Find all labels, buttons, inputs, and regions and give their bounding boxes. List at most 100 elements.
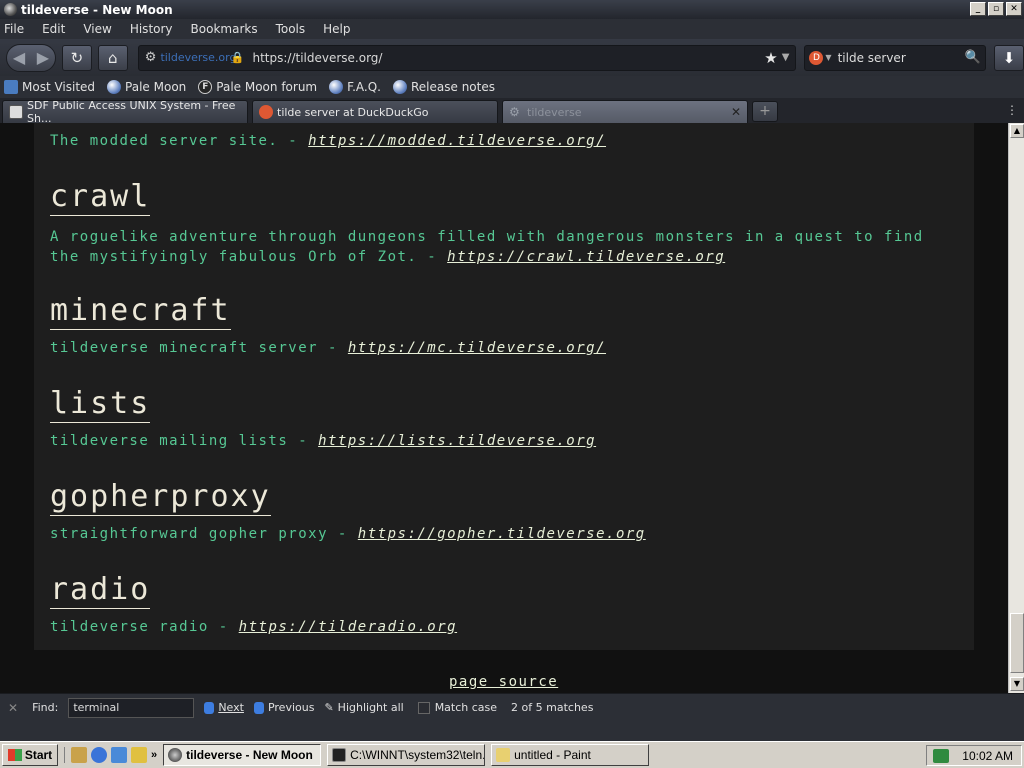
section-heading-crawl: crawl (50, 179, 151, 216)
home-icon: ⌂ (108, 48, 118, 67)
menu-edit[interactable]: Edit (42, 22, 65, 36)
downloads-button[interactable]: ⬇ (994, 44, 1024, 71)
lists-description: tildeverse mailing lists - https://lists… (50, 433, 596, 449)
vertical-scrollbar[interactable]: ▲ ▼ (1008, 123, 1024, 693)
minimize-button[interactable]: _ (970, 2, 986, 16)
start-label: Start (24, 748, 53, 762)
task-paint[interactable]: untitled - Paint (491, 744, 650, 766)
bookmark-star-icon[interactable]: ★ (764, 49, 777, 67)
tab-label: SDF Public Access UNIX System - Free Sh.… (27, 99, 236, 125)
section-heading-minecraft: minecraft (50, 293, 231, 330)
page-content: The modded server site. - https://modded… (0, 123, 1008, 693)
start-button[interactable]: Start (2, 744, 58, 766)
site-identity[interactable]: ⚙ tildeverse.org (145, 50, 237, 65)
close-window-button[interactable]: ✕ (1006, 2, 1022, 16)
find-next-button[interactable]: Next (204, 701, 244, 714)
forward-arrow-icon[interactable]: ▶ (37, 48, 49, 67)
bookmark-pale-moon[interactable]: Pale Moon (107, 80, 186, 94)
new-tab-button[interactable]: + (752, 101, 778, 122)
bookmark-most-visited[interactable]: Most Visited (4, 80, 95, 94)
desktop-icon[interactable] (71, 747, 87, 763)
find-bar: ✕ Find: Next Previous ✎ Highlight all Ma… (0, 693, 1024, 721)
address-bar[interactable]: ⚙ tildeverse.org 🔒 https://tildeverse.or… (137, 44, 797, 71)
search-bar[interactable]: D ▼ tilde server 🔍 (804, 44, 987, 71)
new-moon-icon (168, 748, 183, 762)
find-close-icon[interactable]: ✕ (8, 701, 18, 715)
tab-duckduckgo[interactable]: tilde server at DuckDuckGo (252, 100, 498, 123)
find-label: Find: (32, 701, 59, 714)
tab-tildeverse[interactable]: ⚙ tildeverse ✕ (502, 100, 748, 123)
window-title: tildeverse - New Moon (21, 2, 173, 17)
bookmark-faq[interactable]: F.A.Q. (329, 80, 381, 94)
minecraft-link[interactable]: https://mc.tildeverse.org/ (348, 340, 606, 356)
new-moon-app-icon[interactable] (4, 3, 17, 16)
pale-moon-icon (107, 80, 122, 94)
menu-history[interactable]: History (130, 22, 173, 36)
search-engine-dropdown-icon[interactable]: ▼ (825, 53, 831, 62)
gopherproxy-description: straightforward gopher proxy - https://g… (50, 526, 646, 542)
back-arrow-icon[interactable]: ◀ (13, 48, 25, 67)
duckduckgo-icon[interactable]: D (809, 50, 824, 65)
reload-button[interactable]: ↻ (61, 44, 92, 71)
tab-label: tilde server at DuckDuckGo (277, 105, 429, 119)
highlight-all-button[interactable]: ✎ Highlight all (324, 701, 403, 714)
match-case-checkbox[interactable]: Match case (417, 701, 498, 714)
search-magnifier-icon[interactable]: 🔍 (965, 50, 981, 65)
menu-view[interactable]: View (83, 22, 111, 36)
tab-list-icon[interactable]: ⋮ (1006, 103, 1018, 117)
outlook-icon[interactable] (111, 747, 127, 763)
content-card (34, 123, 974, 650)
bookmark-pale-moon-forum[interactable]: F Pale Moon forum (198, 80, 317, 94)
match-case-box[interactable] (417, 701, 430, 714)
window-controls: _ ▫ ✕ (970, 2, 1022, 16)
clock[interactable]: 10:02 AM (962, 749, 1013, 763)
close-tab-icon[interactable]: ✕ (731, 105, 741, 119)
pale-moon-icon (393, 80, 407, 94)
scrollbar-thumb[interactable] (1010, 613, 1024, 673)
menu-file[interactable]: File (4, 22, 24, 36)
gear-favicon-icon: ⚙ (509, 105, 520, 119)
scroll-down-arrow-icon[interactable]: ▼ (1010, 677, 1024, 691)
find-status: 2 of 5 matches (511, 701, 594, 714)
tab-sdf[interactable]: SDF Public Access UNIX System - Free Sh.… (2, 99, 248, 125)
bookmark-release-notes[interactable]: Release notes (393, 80, 495, 94)
explorer-icon[interactable] (131, 747, 147, 763)
restore-button[interactable]: ▫ (988, 2, 1004, 16)
find-input[interactable] (68, 697, 195, 718)
crawl-link[interactable]: https://crawl.tildeverse.org (447, 249, 725, 265)
lock-icon: 🔒 (230, 51, 245, 64)
url-text[interactable]: https://tildeverse.org/ (252, 51, 764, 65)
radio-link[interactable]: https://tilderadio.org (239, 619, 457, 635)
download-arrow-icon: ⬇ (1002, 48, 1016, 67)
menu-tools[interactable]: Tools (276, 22, 306, 36)
find-previous-button[interactable]: Previous (253, 701, 315, 714)
navigation-toolbar: ◀ ▶ ↻ ⌂ ⚙ tildeverse.org 🔒 https://tilde… (0, 39, 1024, 76)
url-dropdown-icon[interactable]: ▼ (782, 52, 790, 63)
page-source-link[interactable]: page source (449, 674, 558, 690)
lists-text: tildeverse mailing lists - (50, 433, 319, 449)
network-icon[interactable] (933, 748, 949, 763)
task-new-moon[interactable]: tildeverse - New Moon (163, 744, 322, 766)
internet-explorer-icon[interactable] (91, 747, 107, 763)
sdf-favicon-icon (9, 105, 23, 119)
lists-link[interactable]: https://lists.tildeverse.org (318, 433, 596, 449)
scroll-up-arrow-icon[interactable]: ▲ (1010, 124, 1024, 138)
minecraft-text: tildeverse minecraft server - (50, 340, 348, 356)
find-previous-label: Previous (267, 701, 315, 714)
highlighter-icon: ✎ (324, 701, 334, 714)
quick-launch-more-icon[interactable]: » (151, 749, 157, 761)
radio-text: tildeverse radio - (50, 619, 239, 635)
menu-bookmarks[interactable]: Bookmarks (191, 22, 258, 36)
console-icon (332, 748, 347, 762)
duckduckgo-favicon-icon (259, 105, 273, 119)
section-heading-radio: radio (50, 572, 151, 609)
task-telnet[interactable]: C:\WINNT\system32\teln... (327, 744, 486, 766)
gopherproxy-link[interactable]: https://gopher.tildeverse.org (358, 526, 646, 542)
menu-help[interactable]: Help (323, 22, 350, 36)
paint-icon (496, 748, 511, 762)
search-input[interactable]: tilde server (838, 51, 965, 65)
task-label: C:\WINNT\system32\teln... (350, 748, 486, 762)
match-case-label: Match case (434, 701, 498, 714)
home-button[interactable]: ⌂ (97, 44, 128, 71)
modded-link[interactable]: https://modded.tildeverse.org/ (308, 133, 606, 149)
